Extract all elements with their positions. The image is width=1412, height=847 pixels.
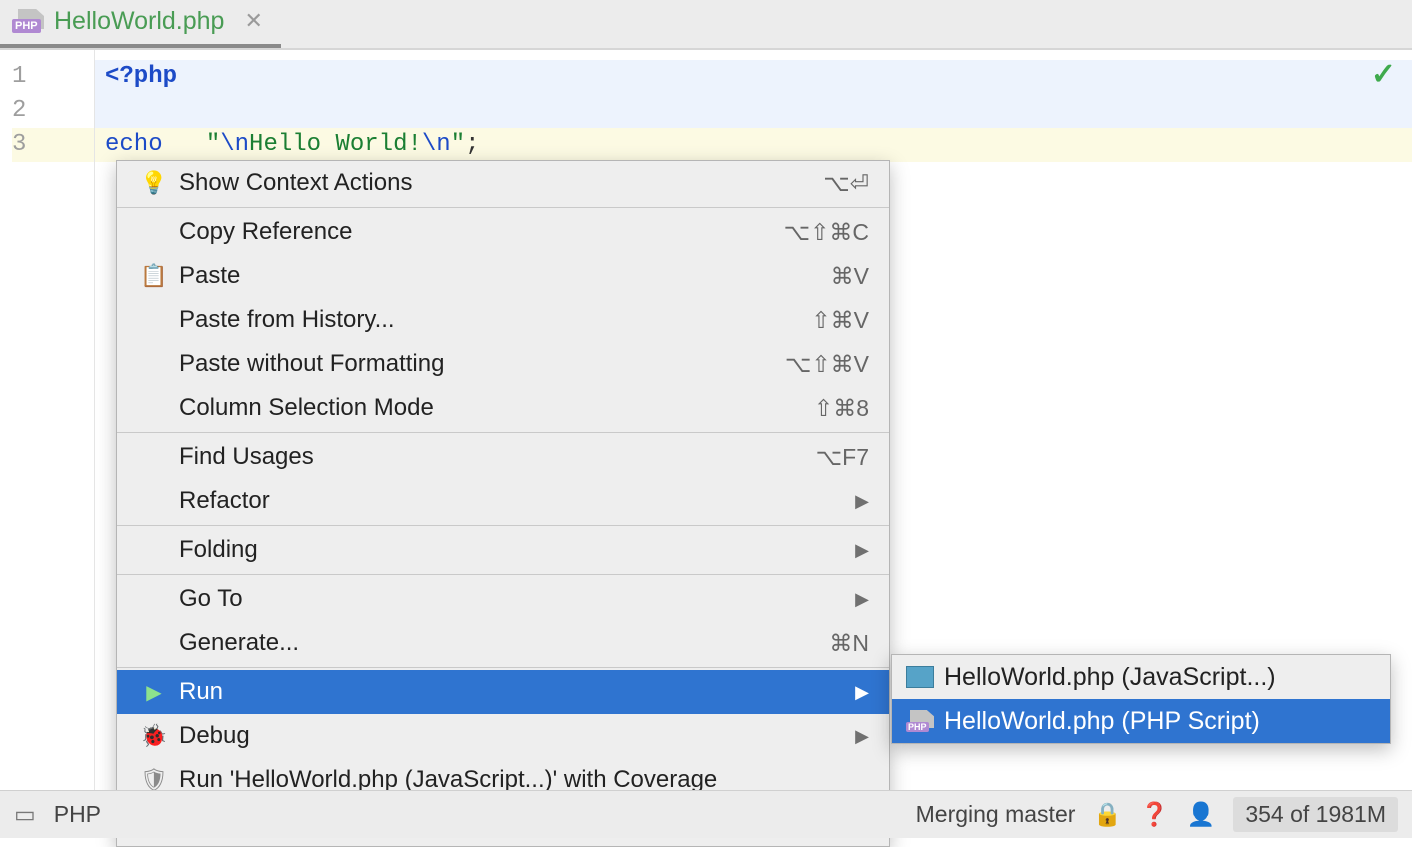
- token-escape: \n: [220, 131, 249, 158]
- tab-bar: PHP HelloWorld.php ✕: [0, 0, 1412, 50]
- chevron-right-icon: ▶: [855, 726, 869, 747]
- token-escape: \n: [422, 131, 451, 158]
- ctx-paste-without-formatting[interactable]: Paste without Formatting ⌥⇧⌘V: [117, 342, 889, 386]
- line-number: 2: [12, 94, 94, 128]
- chevron-right-icon: ▶: [855, 682, 869, 703]
- line-number-gutter: 1 2 3: [0, 50, 95, 790]
- tool-window-toggle-icon[interactable]: ▭: [14, 801, 36, 828]
- code-line[interactable]: echo "\nHello World!\n";: [95, 128, 1412, 162]
- ctx-shortcut: ⌘V: [831, 263, 869, 290]
- run-config-javascript[interactable]: HelloWorld.php (JavaScript...): [892, 655, 1390, 699]
- submenu-label: HelloWorld.php (PHP Script): [944, 707, 1260, 736]
- close-tab-icon[interactable]: ✕: [234, 8, 262, 34]
- ctx-label: Go To: [169, 585, 243, 613]
- clipboard-icon: 📋: [139, 263, 169, 289]
- ctx-show-context-actions[interactable]: 💡 Show Context Actions ⌥⏎: [117, 161, 889, 205]
- ctx-shortcut: ⌥F7: [816, 444, 869, 471]
- line-number: 1: [12, 60, 94, 94]
- ctx-label: Paste from History...: [169, 306, 395, 334]
- context-menu: 💡 Show Context Actions ⌥⏎ Copy Reference…: [116, 160, 890, 847]
- ctx-label: Generate...: [169, 629, 299, 657]
- lock-icon[interactable]: 🔒: [1093, 801, 1122, 828]
- chevron-right-icon: ▶: [855, 540, 869, 561]
- code-line[interactable]: [95, 94, 1412, 128]
- code-line[interactable]: <?php: [95, 60, 1412, 94]
- ctx-shortcut: ⌥⇧⌘C: [784, 219, 869, 246]
- ctx-find-usages[interactable]: Find Usages ⌥F7: [117, 435, 889, 479]
- bulb-icon: 💡: [139, 170, 169, 196]
- ctx-label: Show Context Actions: [169, 169, 412, 197]
- problems-icon[interactable]: ❓: [1140, 801, 1169, 828]
- token-space: [177, 131, 191, 158]
- status-bar: ▭ PHP Merging master 🔒 ❓ 👤 354 of 1981M: [0, 790, 1412, 838]
- run-config-php-script[interactable]: PHP HelloWorld.php (PHP Script): [892, 699, 1390, 743]
- ctx-label: Run: [169, 678, 223, 706]
- token-php-open: <?php: [105, 63, 177, 90]
- ctx-label: Folding: [169, 536, 258, 564]
- ctx-debug[interactable]: 🐞 Debug ▶: [117, 714, 889, 758]
- submenu-label: HelloWorld.php (JavaScript...): [944, 663, 1276, 692]
- ctx-shortcut: ⌘N: [829, 630, 869, 657]
- ctx-label: Debug: [169, 722, 250, 750]
- editor-tab[interactable]: PHP HelloWorld.php ✕: [0, 0, 281, 48]
- tab-filename: HelloWorld.php: [54, 7, 224, 36]
- bug-icon: 🐞: [139, 723, 169, 749]
- line-number: 3: [12, 128, 94, 162]
- memory-indicator[interactable]: 354 of 1981M: [1233, 797, 1398, 832]
- token-string: ": [206, 131, 220, 158]
- play-icon: ▶: [139, 680, 169, 705]
- inspection-ok-icon[interactable]: ✓: [1371, 60, 1396, 94]
- ctx-label: Column Selection Mode: [169, 394, 434, 422]
- php-config-icon: PHP: [906, 710, 934, 732]
- ctx-shortcut: ⇧⌘V: [811, 307, 869, 334]
- ctx-label: Paste without Formatting: [169, 350, 444, 378]
- ctx-separator: [117, 432, 889, 433]
- ctx-label: Find Usages: [169, 443, 314, 471]
- ctx-paste-from-history[interactable]: Paste from History... ⇧⌘V: [117, 298, 889, 342]
- status-git-branch[interactable]: Merging master: [916, 801, 1076, 828]
- status-language[interactable]: PHP: [54, 801, 101, 828]
- ctx-shortcut: ⌥⏎: [823, 170, 869, 197]
- ctx-shortcut: ⇧⌘8: [814, 395, 869, 422]
- inspections-profile-icon[interactable]: 👤: [1187, 801, 1216, 828]
- ctx-shortcut: ⌥⇧⌘V: [785, 351, 869, 378]
- ctx-separator: [117, 525, 889, 526]
- ctx-label: Refactor: [169, 487, 270, 515]
- ctx-copy-reference[interactable]: Copy Reference ⌥⇧⌘C: [117, 210, 889, 254]
- ctx-column-selection-mode[interactable]: Column Selection Mode ⇧⌘8: [117, 386, 889, 430]
- ctx-refactor[interactable]: Refactor ▶: [117, 479, 889, 523]
- ctx-run[interactable]: ▶ Run ▶: [117, 670, 889, 714]
- token-string: Hello World!: [249, 131, 422, 158]
- ctx-separator: [117, 207, 889, 208]
- token-keyword: echo: [105, 131, 163, 158]
- js-config-icon: [906, 666, 934, 688]
- ctx-generate[interactable]: Generate... ⌘N: [117, 621, 889, 665]
- php-file-icon: PHP: [12, 9, 44, 33]
- chevron-right-icon: ▶: [855, 491, 869, 512]
- token-string: ": [451, 131, 465, 158]
- ctx-label: Copy Reference: [169, 218, 352, 246]
- ctx-separator: [117, 574, 889, 575]
- run-submenu: HelloWorld.php (JavaScript...) PHP Hello…: [891, 654, 1391, 744]
- ctx-paste[interactable]: 📋 Paste ⌘V: [117, 254, 889, 298]
- ctx-go-to[interactable]: Go To ▶: [117, 577, 889, 621]
- token-semicolon: ;: [465, 131, 479, 158]
- chevron-right-icon: ▶: [855, 589, 869, 610]
- ctx-separator: [117, 667, 889, 668]
- ctx-label: Paste: [169, 262, 240, 290]
- ctx-folding[interactable]: Folding ▶: [117, 528, 889, 572]
